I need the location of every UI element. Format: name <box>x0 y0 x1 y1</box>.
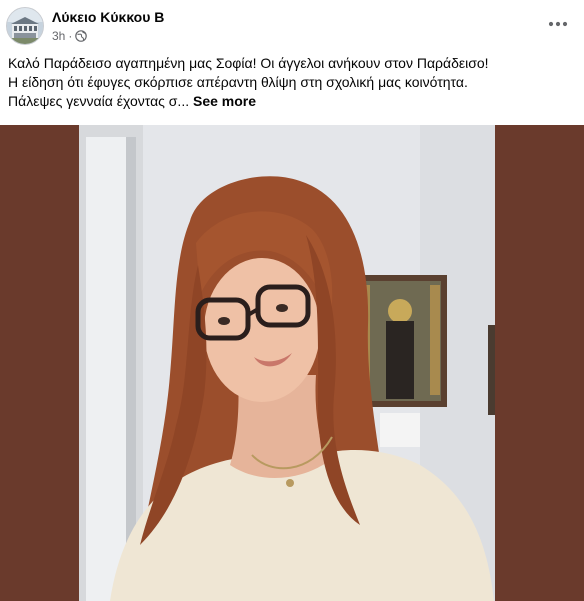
page-name-link[interactable]: Λύκειο Κύκκου Β <box>52 9 164 25</box>
post-caption: Καλό Παράδεισο αγαπημένη μας Σοφία! Οι ά… <box>8 54 578 111</box>
caption-line: Πάλεψες γενναία έχοντας σ... See more <box>8 92 578 111</box>
more-options-button[interactable] <box>546 12 570 36</box>
facebook-post: Λύκειο Κύκκου Β 3h · Καλό Παράδεισο αγαπ… <box>0 0 584 601</box>
post-meta: 3h · <box>52 29 88 43</box>
globe-icon[interactable] <box>75 30 88 42</box>
caption-line: Καλό Παράδεισο αγαπημένη μας Σοφία! Οι ά… <box>8 55 489 71</box>
page-avatar[interactable] <box>6 7 44 45</box>
post-timestamp[interactable]: 3h <box>52 29 65 43</box>
caption-line: Η είδηση ότι έφυγες σκόρπισε απέραντη θλ… <box>8 74 468 90</box>
more-horizontal-icon <box>548 21 568 27</box>
post-header: Λύκειο Κύκκου Β 3h · <box>0 0 584 54</box>
school-building-icon <box>7 8 43 44</box>
post-photo[interactable] <box>0 125 584 601</box>
portrait-photo-illustration <box>0 125 584 601</box>
caption-truncated-text: Πάλεψες γενναία έχοντας σ... <box>8 93 190 109</box>
see-more-link[interactable]: See more <box>193 93 256 109</box>
meta-separator: · <box>68 29 73 43</box>
